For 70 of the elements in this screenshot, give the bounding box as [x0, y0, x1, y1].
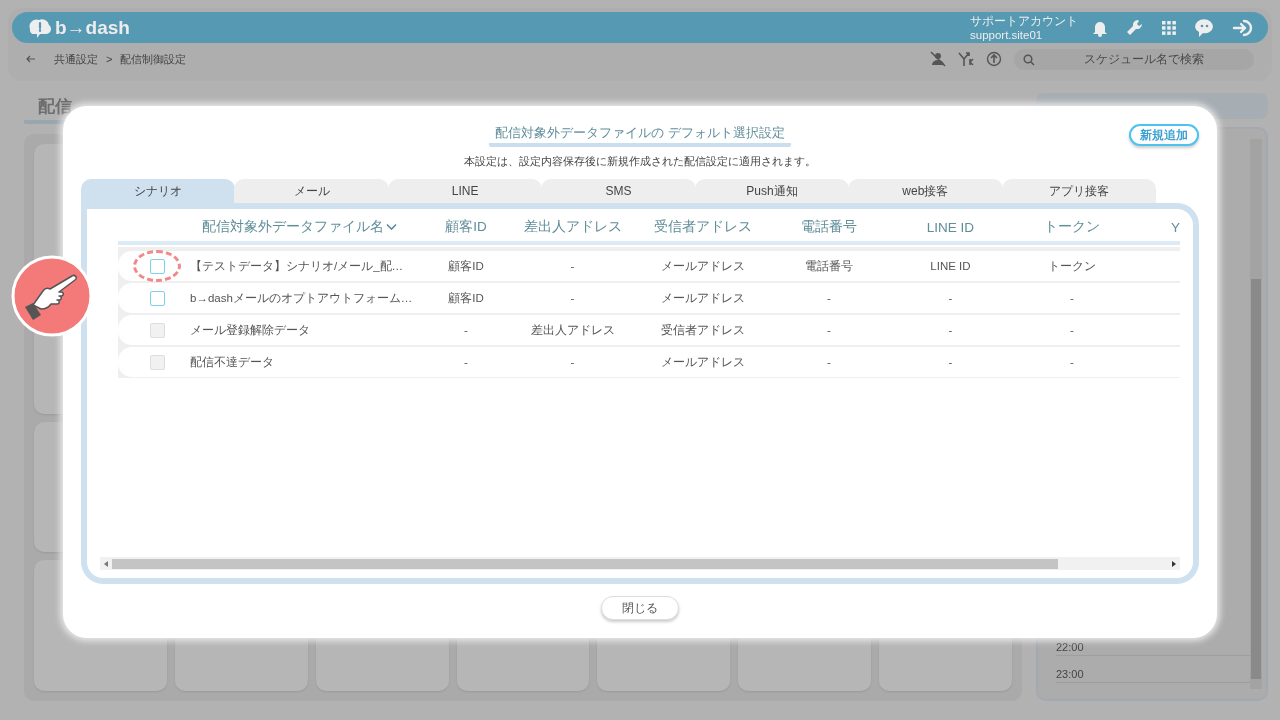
merge-icon[interactable] — [958, 51, 974, 67]
table-cell: トークン — [1048, 258, 1096, 274]
modal-title: 配信対象外データファイルの デフォルト選択設定 — [489, 124, 791, 147]
breadcrumb-item[interactable]: 共通設定 — [54, 51, 98, 67]
column-header: 差出人アドレス — [523, 218, 622, 236]
table-cell: 受信者アドレス — [660, 322, 745, 338]
column-header: Y — [1171, 219, 1180, 235]
tab[interactable]: SMS — [541, 179, 696, 203]
table-cell: - — [464, 324, 468, 336]
table-cell: 顧客ID — [448, 290, 484, 306]
tab[interactable]: web接客 — [848, 179, 1003, 203]
table-cell: - — [570, 292, 575, 304]
account-id: support.site01 — [970, 27, 1044, 42]
account-label: サポートアカウント — [970, 13, 1078, 28]
table-cell: メールアドレス — [660, 290, 745, 306]
table-cell: - — [948, 292, 953, 304]
user-off-icon[interactable] — [930, 51, 946, 67]
upload-icon[interactable] — [986, 51, 1002, 67]
table-cell: - — [1070, 324, 1074, 336]
search-icon — [1023, 53, 1035, 66]
checkbox[interactable] — [149, 258, 165, 274]
search-field[interactable]: スケジュール名で検索 — [1014, 48, 1254, 70]
file-name-cell: 【テストデータ】シナリオ/メール_配… — [190, 258, 404, 274]
tab[interactable]: Push通知 — [694, 179, 850, 203]
chevron-down-icon[interactable] — [386, 223, 397, 231]
tab[interactable]: メール — [234, 179, 389, 203]
time-label: 22:00 — [1056, 641, 1250, 656]
table-cell: メールアドレス — [660, 354, 745, 370]
logout-icon[interactable] — [1232, 17, 1254, 38]
back-arrow-icon[interactable] — [26, 55, 36, 63]
table-cell: - — [948, 324, 953, 336]
column-header: 電話番号 — [801, 218, 857, 236]
file-name-cell: メール登録解除データ — [190, 322, 310, 338]
column-header: 顧客ID — [445, 218, 487, 236]
checkbox[interactable] — [149, 290, 165, 306]
table-cell: - — [827, 292, 831, 304]
column-header: トークン — [1044, 218, 1100, 236]
table-cell: - — [827, 324, 831, 336]
scrollbar[interactable] — [1250, 139, 1262, 689]
tab[interactable]: LINE — [387, 179, 543, 203]
column-header[interactable]: 配信対象外データファイル名 — [202, 218, 384, 236]
table-cell: 電話番号 — [805, 258, 853, 274]
tab[interactable]: アプリ接客 — [1001, 179, 1156, 203]
table-cell: LINE ID — [930, 260, 971, 272]
chat-icon[interactable] — [1193, 17, 1215, 38]
table-cell: メールアドレス — [660, 258, 745, 274]
table-cell: 差出人アドレス — [530, 322, 615, 338]
breadcrumb-separator: > — [106, 53, 113, 65]
table-cell: - — [948, 356, 953, 368]
table-cell: - — [464, 356, 468, 368]
time-label: 23:00 — [1056, 668, 1250, 683]
table-cell: - — [570, 356, 575, 368]
table-cell: 顧客ID — [448, 258, 484, 274]
table-cell: - — [1070, 356, 1074, 368]
column-header: 受信者アドレス — [653, 218, 752, 236]
table-cell: - — [1070, 292, 1074, 304]
table-cell: - — [827, 356, 831, 368]
logo-text: b→dash — [55, 16, 130, 39]
modal-note: 本設定は、設定内容保存後に新規作成された配信設定に適用されます。 — [464, 154, 816, 169]
tab[interactable]: シナリオ — [81, 179, 236, 203]
breadcrumb-item[interactable]: 配信制御設定 — [120, 51, 187, 67]
grid-icon[interactable] — [1162, 20, 1176, 35]
file-name-cell: 配信不達データ — [190, 354, 274, 370]
close-button[interactable]: 閉じる — [601, 596, 679, 620]
wrench-icon[interactable] — [1125, 17, 1145, 38]
file-name-cell: b→dashメールのオプトアウトフォーム… — [190, 290, 413, 306]
logo-icon — [26, 16, 52, 39]
scrollbar[interactable] — [100, 557, 1180, 570]
column-header: LINE ID — [926, 219, 975, 235]
table-cell: - — [570, 260, 575, 272]
